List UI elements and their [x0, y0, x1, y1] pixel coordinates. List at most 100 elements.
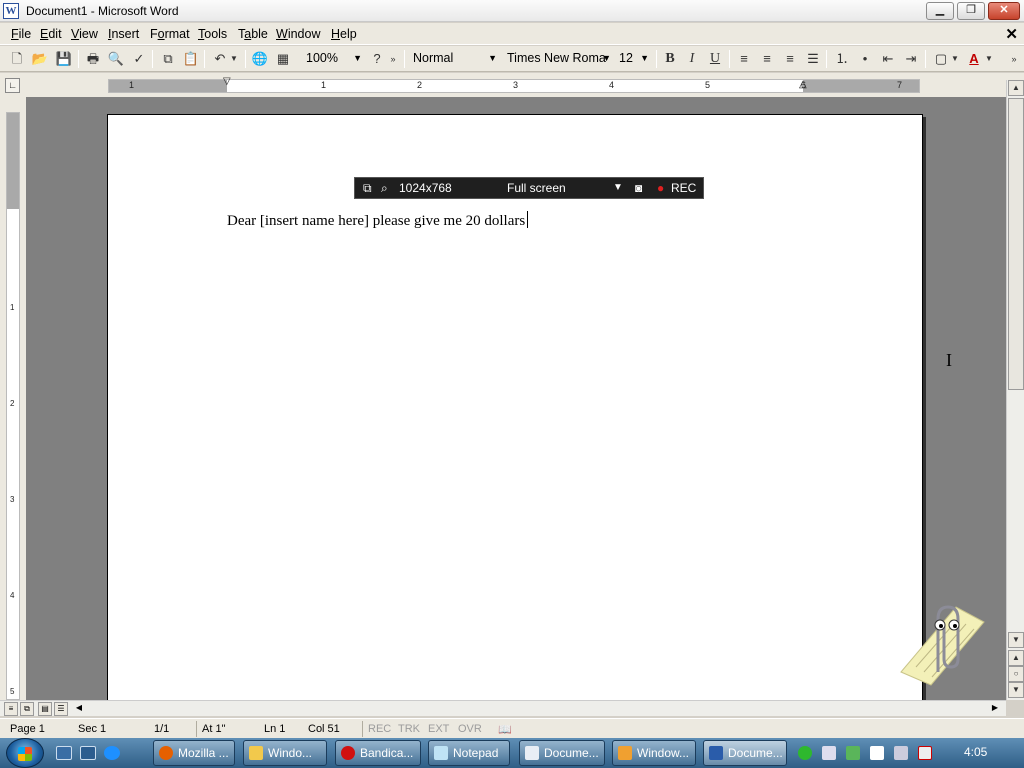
web-globe-icon[interactable]: 🌐 [251, 50, 269, 68]
font-size-combo[interactable]: 12 ▼ [615, 49, 651, 69]
minimize-button[interactable]: ▁ [926, 2, 954, 20]
outline-view-icon[interactable]: ☰ [54, 702, 68, 716]
style-combo[interactable]: Normal ▼ [409, 49, 499, 69]
underline-button[interactable]: U [706, 50, 724, 68]
task-notepad[interactable]: Notepad [428, 740, 510, 766]
zoom-combo[interactable]: 100% ▼ [302, 49, 364, 69]
decrease-indent-icon[interactable]: ⇤ [879, 50, 897, 68]
network-icon[interactable] [894, 746, 908, 760]
paste-icon[interactable]: 📋 [182, 50, 200, 68]
menu-insert[interactable]: Insert [108, 27, 139, 41]
task-document[interactable]: Docume... [519, 740, 605, 766]
menu-view[interactable]: View [71, 27, 98, 41]
tray-security-icon[interactable] [846, 746, 860, 760]
justify-icon[interactable]: ☰ [804, 50, 822, 68]
recorder-mode[interactable]: Full screen [507, 181, 566, 195]
task-windows-media[interactable]: Window... [612, 740, 696, 766]
internet-explorer-icon[interactable] [104, 746, 120, 760]
scroll-thumb[interactable] [1008, 98, 1024, 390]
action-center-flag-icon[interactable] [870, 746, 884, 760]
word-app-icon[interactable]: W [3, 3, 19, 19]
bold-button[interactable]: B [661, 50, 679, 68]
undo-dropdown-icon[interactable]: ▼ [229, 50, 239, 68]
insert-table-icon[interactable]: ▦ [274, 50, 292, 68]
menu-table[interactable]: Table [238, 27, 268, 41]
print-layout-view-icon[interactable]: ▤ [38, 702, 52, 716]
switch-windows-icon[interactable] [80, 746, 96, 760]
horizontal-scrollbar[interactable]: ≡ ⧉ ▤ ☰ ◀ ▶ [0, 700, 1006, 716]
scroll-left-icon[interactable]: ◀ [72, 702, 86, 716]
scroll-right-icon[interactable]: ▶ [988, 702, 1002, 716]
office-assistant-clippy-icon[interactable] [896, 597, 986, 687]
window-mode-icon[interactable]: ⧉ [363, 181, 372, 196]
font-color-icon[interactable]: A [965, 50, 983, 68]
task-mozilla[interactable]: Mozilla ... [153, 740, 235, 766]
normal-view-icon[interactable]: ≡ [4, 702, 18, 716]
font-color-dropdown-icon[interactable]: ▼ [984, 50, 994, 68]
status-rec[interactable]: REC [368, 723, 391, 735]
numbering-icon[interactable]: ⒈ [833, 50, 851, 68]
magnifier-icon[interactable]: ⌕ [381, 181, 388, 196]
next-page-icon[interactable]: ▼ [1008, 682, 1024, 698]
vertical-scrollbar[interactable]: ▲ ▼ ▲ ○ ▼ [1006, 80, 1024, 700]
print-preview-icon[interactable]: 🔍 [107, 50, 125, 68]
new-document-icon[interactable]: 🗋 [8, 50, 26, 68]
font-combo[interactable]: Times New Roma ▼ [503, 49, 613, 69]
restore-button[interactable]: ❐ [957, 2, 985, 20]
open-folder-icon[interactable]: 📂 [31, 50, 49, 68]
print-icon[interactable]: 🖶 [84, 50, 102, 68]
status-ovr[interactable]: OVR [458, 723, 482, 735]
scroll-up-icon[interactable]: ▲ [1008, 80, 1024, 96]
help-icon[interactable]: ? [368, 50, 386, 68]
italic-button[interactable]: I [683, 50, 701, 68]
start-button[interactable] [6, 738, 44, 768]
save-icon[interactable]: 💾 [55, 50, 73, 68]
align-left-icon[interactable]: ≡ [735, 50, 753, 68]
borders-dropdown-icon[interactable]: ▼ [950, 50, 960, 68]
task-windows-explorer[interactable]: Windo... [243, 740, 327, 766]
status-at: At 1" [202, 723, 226, 735]
tray-green-icon[interactable] [798, 746, 812, 760]
document-page[interactable]: Dear [insert name here] please give me 2… [107, 114, 952, 700]
right-indent-marker[interactable]: △ [799, 79, 807, 90]
document-body-text[interactable]: Dear [insert name here] please give me 2… [227, 211, 529, 230]
task-bandicam[interactable]: Bandica... [335, 740, 421, 766]
close-button[interactable]: ✕ [988, 2, 1020, 20]
borders-icon[interactable]: ▢ [932, 50, 950, 68]
status-trk[interactable]: TRK [398, 723, 420, 735]
more-buttons-icon[interactable]: » [388, 50, 398, 68]
menu-help[interactable]: Help [331, 27, 357, 41]
scroll-down-icon[interactable]: ▼ [1008, 632, 1024, 648]
camera-icon[interactable]: ◙ [635, 181, 642, 195]
tray-document-icon[interactable] [822, 746, 836, 760]
web-layout-view-icon[interactable]: ⧉ [20, 702, 34, 716]
increase-indent-icon[interactable]: ⇥ [902, 50, 920, 68]
copy-icon[interactable]: ⧉ [159, 50, 177, 68]
bullets-icon[interactable]: • [856, 50, 874, 68]
clock[interactable]: 4:05 [964, 745, 987, 759]
align-center-icon[interactable]: ≡ [758, 50, 776, 68]
volume-muted-icon[interactable] [918, 746, 932, 760]
show-desktop-icon[interactable] [56, 746, 72, 760]
align-right-icon[interactable]: ≡ [781, 50, 799, 68]
vertical-ruler[interactable]: 1 2 3 4 5 [6, 112, 20, 700]
record-button[interactable]: REC [671, 181, 696, 195]
horizontal-ruler[interactable]: 1 1 2 3 4 5 6 7 ▽ △ [108, 76, 920, 93]
document-close-icon[interactable]: ✕ [1005, 25, 1018, 43]
spelling-status-icon[interactable]: 📖 [498, 723, 512, 736]
task-word-document[interactable]: Docume... [703, 740, 787, 766]
more-buttons-icon[interactable]: » [1008, 50, 1020, 68]
menu-tools[interactable]: Tools [198, 27, 227, 41]
status-ext[interactable]: EXT [428, 723, 449, 735]
tab-selector-icon[interactable]: ∟ [5, 78, 20, 93]
mode-dropdown-icon[interactable]: ▼ [613, 182, 623, 193]
undo-icon[interactable]: ↶ [211, 50, 229, 68]
menu-edit[interactable]: Edit [40, 27, 62, 41]
menu-window[interactable]: Window [276, 27, 320, 41]
previous-page-icon[interactable]: ▲ [1008, 650, 1024, 666]
spelling-icon[interactable]: ✓ [130, 50, 148, 68]
menu-file[interactable]: File [11, 27, 31, 41]
select-browse-object-icon[interactable]: ○ [1008, 666, 1024, 682]
menu-format[interactable]: Format [150, 27, 190, 41]
first-line-indent-marker[interactable]: ▽ [223, 76, 231, 87]
